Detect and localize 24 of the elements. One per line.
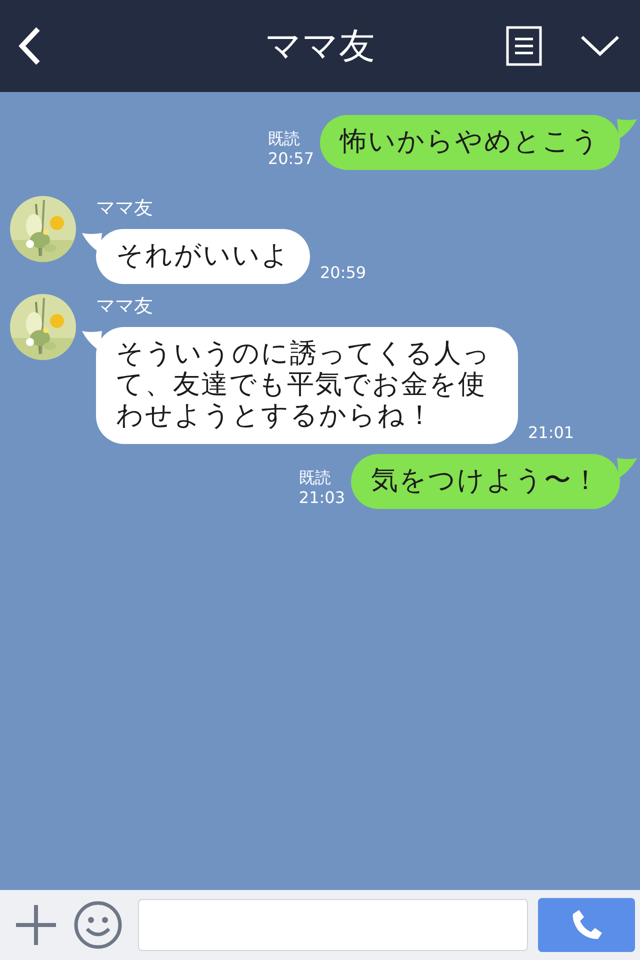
plus-icon[interactable]: [15, 904, 57, 946]
message-time: 20:59: [320, 263, 366, 283]
read-receipt: 既読: [298, 468, 332, 488]
notes-icon[interactable]: [506, 26, 542, 66]
message-time: 20:57: [268, 149, 314, 169]
read-receipt: 既読: [268, 129, 301, 149]
message-time: 21:03: [298, 488, 345, 508]
bubble-tail: [617, 119, 637, 139]
message-input[interactable]: [138, 899, 528, 951]
call-button[interactable]: [538, 898, 635, 952]
message-bubble: 気をつけよう〜！: [351, 454, 620, 509]
message-bubble: 怖いからやめとこう: [320, 115, 620, 170]
smiley-icon[interactable]: [74, 901, 122, 949]
back-icon[interactable]: [18, 26, 42, 66]
sender-name: ママ友: [96, 196, 154, 220]
message-bubble: それがいいよ: [96, 229, 310, 284]
sender-name: ママ友: [96, 294, 154, 318]
message-bubble: そういうのに誘ってくる人って、友達でも平気でお金を使わせようとするからね！: [96, 327, 518, 444]
chevron-down-icon[interactable]: [580, 35, 620, 57]
bubble-tail: [82, 233, 102, 253]
chat-title: ママ友: [265, 24, 375, 68]
bubble-tail: [617, 458, 637, 478]
message-time: 21:01: [528, 423, 574, 443]
bubble-tail: [82, 331, 102, 351]
